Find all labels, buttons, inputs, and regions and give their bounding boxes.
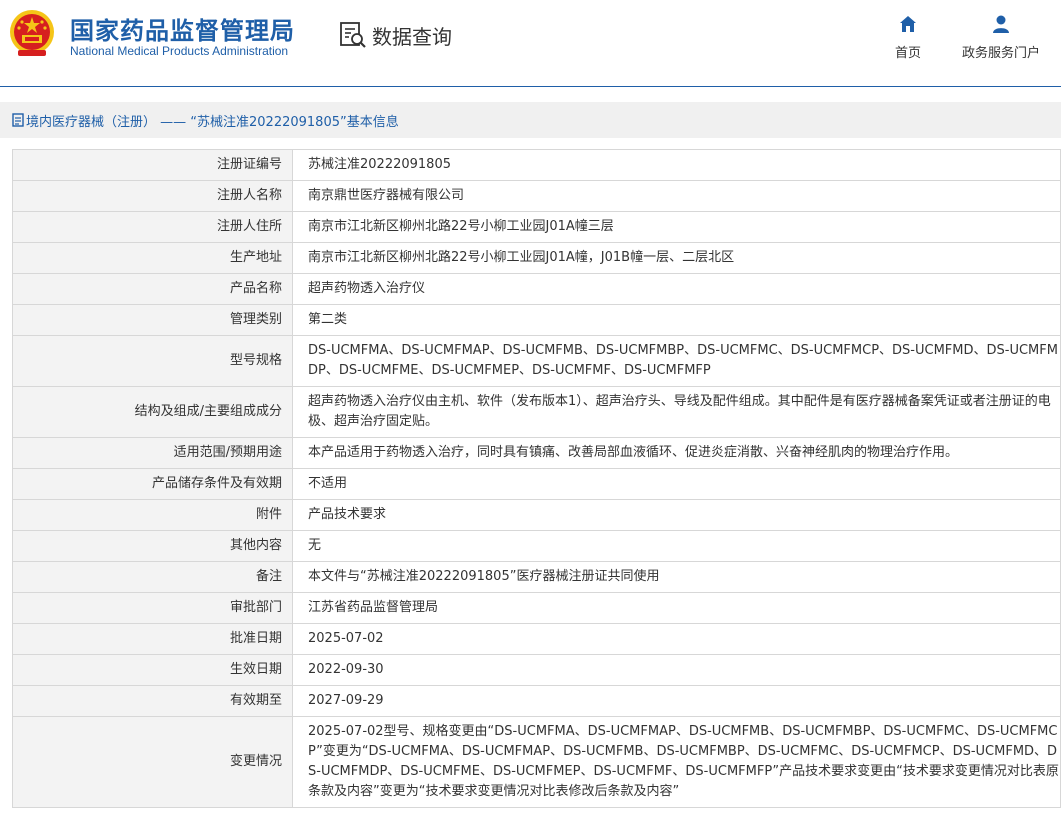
field-label: 型号规格 [12, 335, 293, 387]
field-label: 变更情况 [12, 716, 293, 808]
data-query-heading: 数据查询 [338, 20, 452, 50]
field-value: 南京鼎世医疗器械有限公司 [292, 180, 1061, 212]
field-label: 其他内容 [12, 530, 293, 562]
field-value: 无 [292, 530, 1061, 562]
table-row: 产品储存条件及有效期 不适用 [12, 468, 1061, 500]
field-value: 第二类 [292, 304, 1061, 336]
table-row: 注册人名称 南京鼎世医疗器械有限公司 [12, 180, 1061, 212]
field-value: 2025-07-02 [292, 623, 1061, 655]
field-value: 2025-07-02型号、规格变更由“DS-UCMFMA、DS-UCMFMAP、… [292, 716, 1061, 808]
nav-home-label[interactable]: 首页 [895, 42, 921, 61]
field-label: 产品储存条件及有效期 [12, 468, 293, 500]
user-icon [993, 15, 1009, 33]
table-row: 批准日期 2025-07-02 [12, 623, 1061, 655]
field-value: 2027-09-29 [292, 685, 1061, 717]
field-label: 附件 [12, 499, 293, 531]
field-label: 结构及组成/主要组成成分 [12, 386, 293, 438]
table-row: 型号规格 DS-UCMFMA、DS-UCMFMAP、DS-UCMFMB、DS-UC… [12, 335, 1061, 387]
data-query-icon [340, 22, 366, 48]
table-row: 结构及组成/主要组成成分 超声药物透入治疗仪由主机、软件（发布版本1）、超声治疗头… [12, 386, 1061, 438]
field-value: 江苏省药品监督管理局 [292, 592, 1061, 624]
national-emblem-icon [10, 10, 54, 56]
table-row: 其他内容无 [12, 530, 1061, 562]
field-label: 管理类别 [12, 304, 293, 336]
field-label: 审批部门 [12, 592, 293, 624]
document-icon [12, 113, 24, 127]
table-row: 生产地址 南京市江北新区柳州北路22号小柳工业园J01A幢，J01B幢一层、二层北… [12, 242, 1061, 274]
home-icon [900, 16, 916, 32]
table-row: 管理类别 第二类 [12, 304, 1061, 336]
table-row: 审批部门 江苏省药品监督管理局 [12, 592, 1061, 624]
site-title-cn[interactable]: 国家药品监督管理局 [70, 11, 295, 46]
table-row: 注册证编号 苏械注准20222091805 [12, 149, 1061, 181]
field-value: 南京市江北新区柳州北路22号小柳工业园J01A幢三层 [292, 211, 1061, 243]
data-query-label: 数据查询 [372, 24, 452, 49]
table-row: 产品名称 超声药物透入治疗仪 [12, 273, 1061, 305]
table-row: 附件 产品技术要求 [12, 499, 1061, 531]
site-title-en[interactable]: National Medical Products Administration [70, 44, 288, 58]
field-label: 生产地址 [12, 242, 293, 274]
field-label: 注册人名称 [12, 180, 293, 212]
field-value: 本产品适用于药物透入治疗，同时具有镇痛、改善局部血液循环、促进炎症消散、兴奋神经… [292, 437, 1061, 469]
nav-home[interactable]: 首页 [895, 14, 921, 61]
breadcrumb-text: 境内医疗器械（注册） —— “苏械注准20222091805”基本信息 [26, 114, 399, 130]
field-label: 备注 [12, 561, 293, 593]
field-value: 本文件与“苏械注准20222091805”医疗器械注册证共同使用 [292, 561, 1061, 593]
table-row: 适用范围/预期用途 本产品适用于药物透入治疗，同时具有镇痛、改善局部血液循环、促进… [12, 437, 1061, 469]
table-row: 注册人住所 南京市江北新区柳州北路22号小柳工业园J01A幢三层 [12, 211, 1061, 243]
field-value: 超声药物透入治疗仪由主机、软件（发布版本1）、超声治疗头、导线及配件组成。其中配… [292, 386, 1061, 438]
field-value: 不适用 [292, 468, 1061, 500]
field-label: 适用范围/预期用途 [12, 437, 293, 469]
field-value: 2022-09-30 [292, 654, 1061, 686]
field-label: 注册证编号 [12, 149, 293, 181]
field-value: 超声药物透入治疗仪 [292, 273, 1061, 305]
table-row: 有效期至 2027-09-29 [12, 685, 1061, 717]
field-value: 苏械注准20222091805 [292, 149, 1061, 181]
field-label: 有效期至 [12, 685, 293, 717]
field-value: DS-UCMFMA、DS-UCMFMAP、DS-UCMFMB、DS-UCMFMB… [292, 335, 1061, 387]
field-label: 注册人住所 [12, 211, 293, 243]
breadcrumb: 境内医疗器械（注册） —— “苏械注准20222091805”基本信息 [0, 102, 1061, 138]
field-value: 南京市江北新区柳州北路22号小柳工业园J01A幢，J01B幢一层、二层北区 [292, 242, 1061, 274]
table-row: 备注 本文件与“苏械注准20222091805”医疗器械注册证共同使用 [12, 561, 1061, 593]
table-row: 生效日期 2022-09-30 [12, 654, 1061, 686]
field-label: 产品名称 [12, 273, 293, 305]
nav-service-portal[interactable]: 政务服务门户 [962, 14, 1040, 61]
field-label: 批准日期 [12, 623, 293, 655]
nav-service-portal-label[interactable]: 政务服务门户 [962, 42, 1040, 61]
field-value: 产品技术要求 [292, 499, 1061, 531]
registration-info-table: 注册证编号 苏械注准20222091805 注册人名称 南京鼎世医疗器械有限公司 注册人… [12, 149, 1061, 808]
field-label: 生效日期 [12, 654, 293, 686]
table-row: 变更情况 2025-07-02型号、规格变更由“DS-UCMFMA、DS-UCMF… [12, 716, 1061, 808]
site-header: 国家药品监督管理局 National Medical Products Admi… [0, 0, 1061, 87]
